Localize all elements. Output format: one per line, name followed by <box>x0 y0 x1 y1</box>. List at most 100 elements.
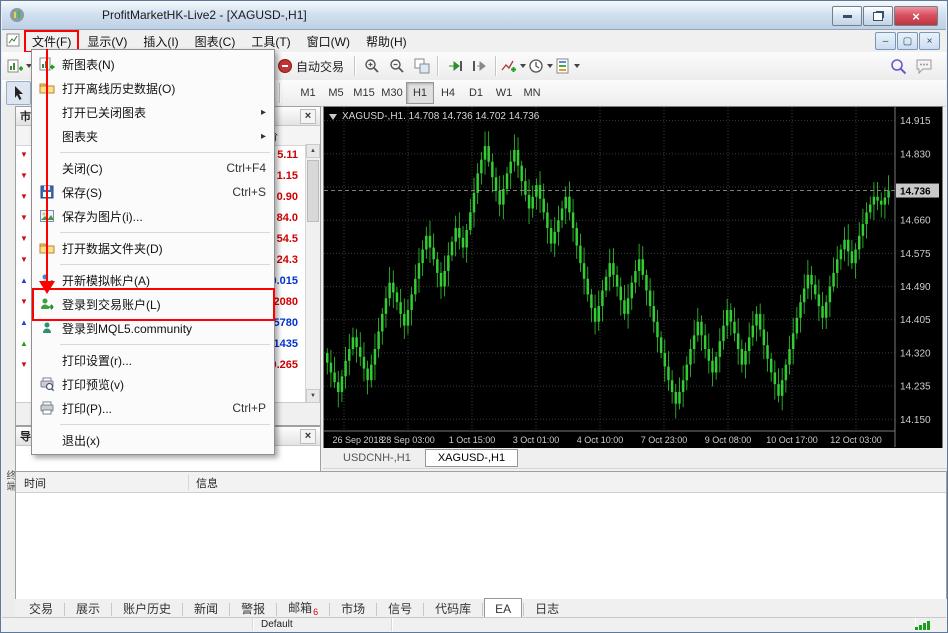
toolbar-separator <box>437 56 439 76</box>
close-icon[interactable]: × <box>300 429 316 444</box>
menubar-item-7[interactable]: 帮助(H) <box>358 30 415 53</box>
file-menu-item-4[interactable]: 图表夹▸ <box>32 124 274 148</box>
blank-icon <box>34 352 60 368</box>
terminal-tab-label: 信号 <box>388 602 412 616</box>
menu-shortcut: Ctrl+P <box>232 401 266 415</box>
menu-shortcut: Ctrl+F4 <box>226 161 266 175</box>
up-arrow-icon: ▲ <box>16 339 32 348</box>
menubar-item-6[interactable]: 窗口(W) <box>299 30 358 53</box>
chart-tab-2[interactable]: XAGUSD-,H1 <box>425 449 518 467</box>
file-menu-item-label: 开新模拟帐户(A) <box>62 272 150 289</box>
chart-tab-1[interactable]: USDCNH-,H1 <box>331 450 423 466</box>
toolbar-separator <box>279 83 281 103</box>
chevron-down-icon <box>520 64 526 68</box>
templates-button[interactable] <box>554 54 581 78</box>
close-button[interactable]: × <box>894 6 938 26</box>
blank-icon <box>34 432 60 448</box>
chart-window-icon[interactable] <box>6 33 20 50</box>
file-menu-item-label: 新图表(N) <box>62 56 115 73</box>
auto-trading-button[interactable]: 自动交易 <box>270 54 351 78</box>
file-menu-item-3[interactable]: 打开已关闭图表▸ <box>32 100 274 124</box>
timeframe-mn-button[interactable]: MN <box>518 82 546 104</box>
annotation-arrow-line <box>46 49 48 282</box>
auto-scroll-button[interactable] <box>442 54 467 78</box>
timeframe-m5-button[interactable]: M5 <box>322 82 350 104</box>
svg-text:9 Oct 08:00: 9 Oct 08:00 <box>705 435 752 445</box>
file-menu-item-5[interactable]: 关闭(C)Ctrl+F4 <box>32 156 274 180</box>
mdi-restore-button[interactable]: ▢ <box>897 32 918 50</box>
down-arrow-icon: ▼ <box>16 360 32 369</box>
svg-text:26 Sep 2018: 26 Sep 2018 <box>332 435 383 445</box>
file-menu-item-14[interactable]: 打印(P)...Ctrl+P <box>32 396 274 420</box>
terminal-panel: 时间 信息 <box>15 471 947 601</box>
scroll-down-icon[interactable]: ▼ <box>306 389 320 403</box>
timeframe-m15-button[interactable]: M15 <box>350 82 378 104</box>
profile-selector[interactable]: Default <box>253 618 392 631</box>
chevron-down-icon <box>547 64 553 68</box>
down-arrow-icon: ▼ <box>16 297 32 306</box>
file-menu-item-2[interactable]: 打开离线历史数据(O) <box>32 76 274 100</box>
file-menu-item-7[interactable]: 保存为图片(i)... <box>32 204 274 228</box>
svg-text:14.660: 14.660 <box>900 216 931 227</box>
file-menu-item-label: 退出(x) <box>62 432 100 449</box>
indicators-button[interactable] <box>500 54 527 78</box>
file-menu-item-8[interactable]: 打开数据文件夹(D) <box>32 236 274 260</box>
file-menu-item-6[interactable]: 保存(S)Ctrl+S <box>32 180 274 204</box>
file-menu-item-12[interactable]: 打印设置(r)... <box>32 348 274 372</box>
down-arrow-icon: ▼ <box>16 192 32 201</box>
title-bar: ProfitMarketHK-Live2 - [XAGUSD-,H1] × <box>2 1 946 30</box>
down-arrow-icon: ▼ <box>16 255 32 264</box>
new-chart-button[interactable] <box>6 54 33 78</box>
minimize-button[interactable] <box>832 6 862 26</box>
tab-separator <box>229 603 230 616</box>
terminal-tab-label: 日志 <box>535 602 559 616</box>
zoom-in-button[interactable] <box>359 54 384 78</box>
time-column-header[interactable]: 时间 <box>24 475 46 491</box>
file-menu-item-13[interactable]: 打印预览(v) <box>32 372 274 396</box>
terminal-tab-label: 新闻 <box>194 602 218 616</box>
scrollbar-thumb[interactable] <box>307 160 319 222</box>
message-column-header[interactable]: 信息 <box>196 475 218 491</box>
cursor-button[interactable] <box>6 81 31 105</box>
timeframe-w1-button[interactable]: W1 <box>490 82 518 104</box>
close-icon[interactable]: × <box>300 109 316 124</box>
timeframe-d1-button[interactable]: D1 <box>462 82 490 104</box>
svg-text:12 Oct 03:00: 12 Oct 03:00 <box>830 435 882 445</box>
market-watch-scrollbar[interactable]: ▲ ▼ <box>305 144 320 403</box>
login-mql5-icon <box>34 320 60 336</box>
periods-button[interactable] <box>527 54 554 78</box>
search-button[interactable] <box>886 54 911 78</box>
svg-text:14.235: 14.235 <box>900 382 931 393</box>
file-menu-item-1[interactable]: 新图表(N) <box>32 52 274 76</box>
chart-shift-button[interactable] <box>467 54 492 78</box>
terminal-tab-label: 警报 <box>241 602 265 616</box>
svg-text:7 Oct 23:00: 7 Oct 23:00 <box>641 435 688 445</box>
dock-strip: 终端 <box>2 106 15 618</box>
timeframe-h4-button[interactable]: H4 <box>434 82 462 104</box>
zoom-out-button[interactable] <box>384 54 409 78</box>
timeframe-m1-button[interactable]: M1 <box>294 82 322 104</box>
svg-text:14.405: 14.405 <box>900 315 931 326</box>
print-preview-icon <box>34 376 60 392</box>
column-divider[interactable] <box>188 474 189 490</box>
chat-button[interactable] <box>911 54 936 78</box>
window-title: ProfitMarketHK-Live2 - [XAGUSD-,H1] <box>102 8 307 22</box>
file-menu-item-15[interactable]: 退出(x) <box>32 428 274 452</box>
timeframe-m30-button[interactable]: M30 <box>378 82 406 104</box>
timeframe-h1-button[interactable]: H1 <box>406 82 434 104</box>
mdi-minimize-button[interactable]: – <box>875 32 896 50</box>
svg-text:14.830: 14.830 <box>900 149 931 160</box>
tab-separator <box>523 603 524 616</box>
annotation-highlight-box <box>32 288 275 321</box>
tab-separator <box>182 603 183 616</box>
scroll-up-icon[interactable]: ▲ <box>306 144 320 158</box>
chart-area[interactable]: 14.91514.83014.66014.57514.49014.40514.3… <box>323 106 943 450</box>
mdi-close-button[interactable]: × <box>919 32 940 50</box>
submenu-arrow-icon: ▸ <box>261 131 266 142</box>
menu-separator <box>32 260 274 268</box>
tile-windows-button[interactable] <box>409 54 434 78</box>
candlestick-chart[interactable]: 14.91514.83014.66014.57514.49014.40514.3… <box>324 107 940 447</box>
chart-tabs-bar: USDCNH-,H1XAGUSD-,H1 <box>323 448 948 469</box>
restore-button[interactable] <box>863 6 893 26</box>
one-click-trading-icon[interactable] <box>329 114 337 120</box>
